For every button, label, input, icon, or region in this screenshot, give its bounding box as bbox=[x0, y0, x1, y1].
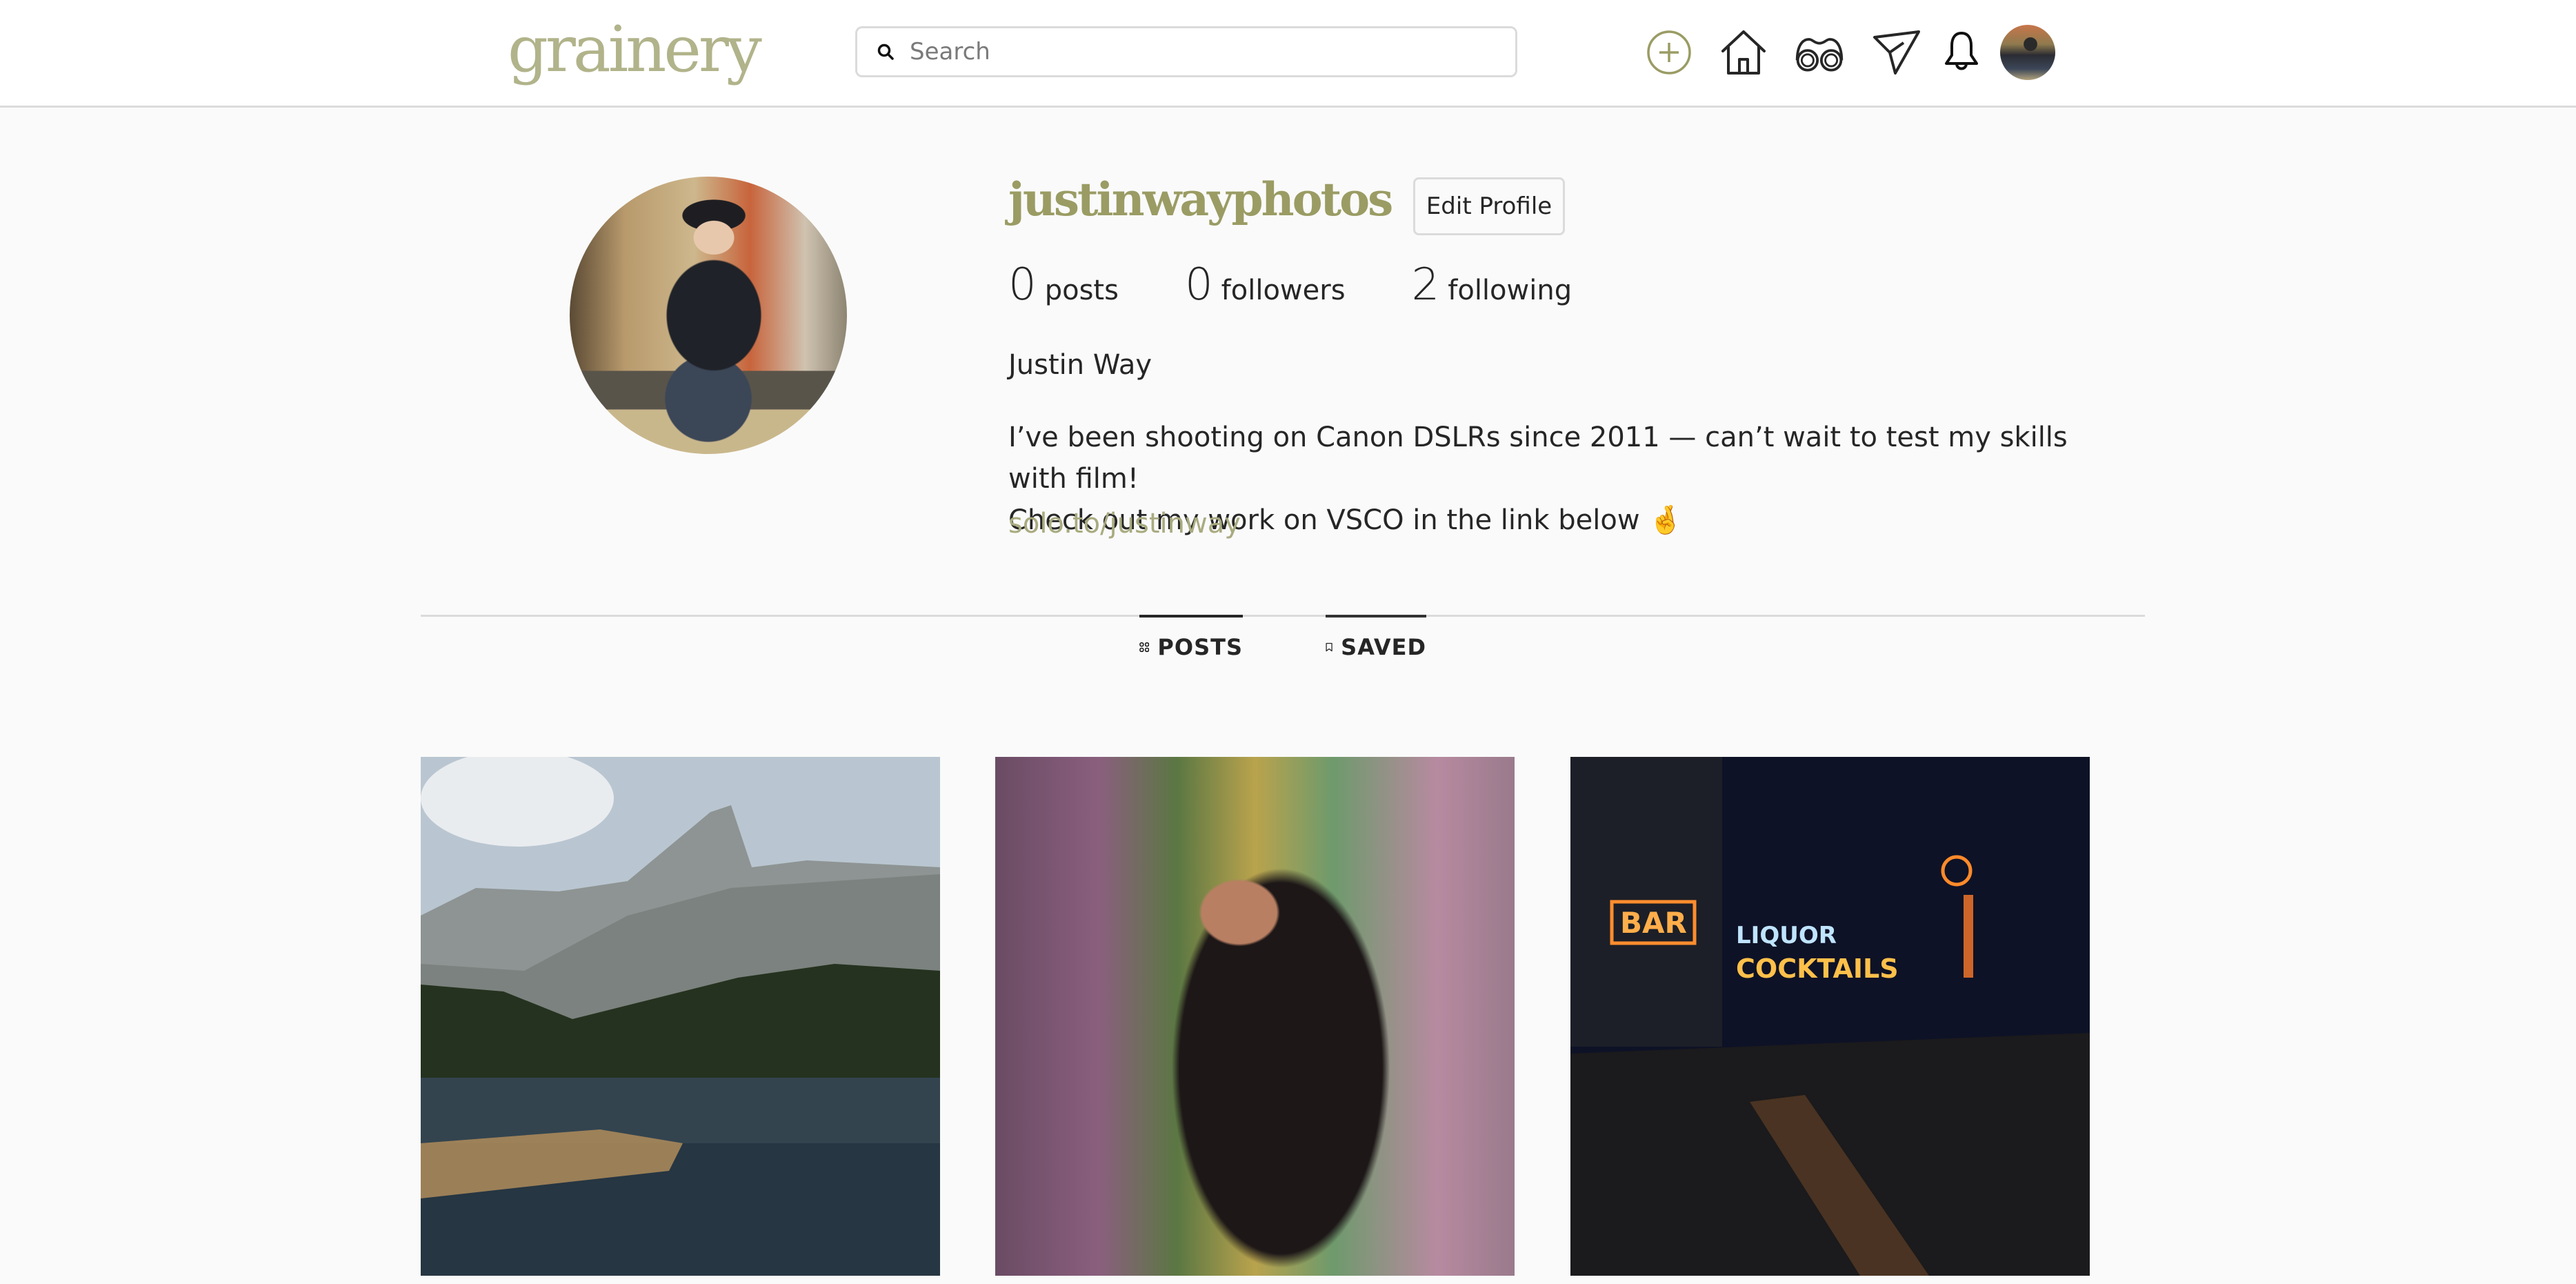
profile-avatar bbox=[570, 177, 847, 454]
stat-label: followers bbox=[1221, 275, 1346, 306]
paper-plane-icon bbox=[1873, 30, 1920, 75]
bell-icon bbox=[1945, 32, 1978, 70]
top-nav-bar: grainery bbox=[0, 0, 2576, 108]
notifications-button[interactable] bbox=[1935, 26, 1988, 79]
svg-text:BAR: BAR bbox=[1620, 906, 1687, 940]
home-icon bbox=[1721, 30, 1766, 75]
following-count[interactable]: 2 following bbox=[1412, 259, 1572, 310]
grid-icon bbox=[1139, 642, 1150, 652]
plus-circle-icon bbox=[1647, 30, 1691, 75]
stat-value: 2 bbox=[1411, 259, 1440, 310]
stat-label: posts bbox=[1044, 275, 1119, 306]
followers-count[interactable]: 0 followers bbox=[1185, 259, 1346, 310]
bookmark-icon bbox=[1326, 642, 1332, 652]
profile-website-link[interactable]: solo.to/justinway bbox=[1008, 508, 1241, 540]
search-icon bbox=[877, 43, 895, 61]
post-thumbnail[interactable]: BAR LIQUOR COCKTAILS bbox=[1570, 757, 2090, 1276]
tab-posts[interactable]: POSTS bbox=[1139, 615, 1243, 677]
bio-line: I’ve been shooting on Canon DSLRs since … bbox=[1008, 422, 2068, 495]
tab-saved[interactable]: SAVED bbox=[1326, 615, 1426, 677]
tab-label: POSTS bbox=[1157, 634, 1243, 660]
app-logo[interactable]: grainery bbox=[508, 8, 762, 91]
svg-text:LIQUOR: LIQUOR bbox=[1736, 922, 1837, 949]
search-input[interactable] bbox=[910, 38, 1503, 66]
messages-button[interactable] bbox=[1870, 26, 1923, 79]
profile-username: justinwayphotos bbox=[1008, 172, 1393, 226]
profile-avatar-button[interactable] bbox=[2000, 25, 2055, 80]
stat-value: 0 bbox=[1184, 259, 1213, 310]
posts-count: 0 posts bbox=[1008, 259, 1119, 310]
svg-text:COCKTAILS: COCKTAILS bbox=[1736, 954, 1899, 984]
profile-full-name: Justin Way bbox=[1008, 349, 1152, 381]
profile-stats: 0 posts 0 followers 2 following bbox=[1008, 259, 1638, 310]
mountain-lake-photo bbox=[421, 757, 940, 1276]
binoculars-icon bbox=[1795, 38, 1844, 72]
post-thumbnail[interactable] bbox=[421, 757, 940, 1276]
tabs-divider bbox=[421, 615, 2145, 617]
create-post-button[interactable] bbox=[1643, 26, 1695, 79]
neon-street-photo: BAR LIQUOR COCKTAILS bbox=[1570, 757, 2090, 1276]
search-box[interactable] bbox=[855, 26, 1517, 77]
post-thumbnail[interactable] bbox=[995, 757, 1515, 1276]
home-button[interactable] bbox=[1717, 26, 1770, 79]
tab-label: SAVED bbox=[1341, 634, 1426, 660]
stat-value: 0 bbox=[1008, 259, 1037, 310]
edit-profile-button[interactable]: Edit Profile bbox=[1413, 177, 1565, 235]
explore-button[interactable] bbox=[1793, 26, 1846, 79]
stat-label: following bbox=[1448, 275, 1572, 306]
